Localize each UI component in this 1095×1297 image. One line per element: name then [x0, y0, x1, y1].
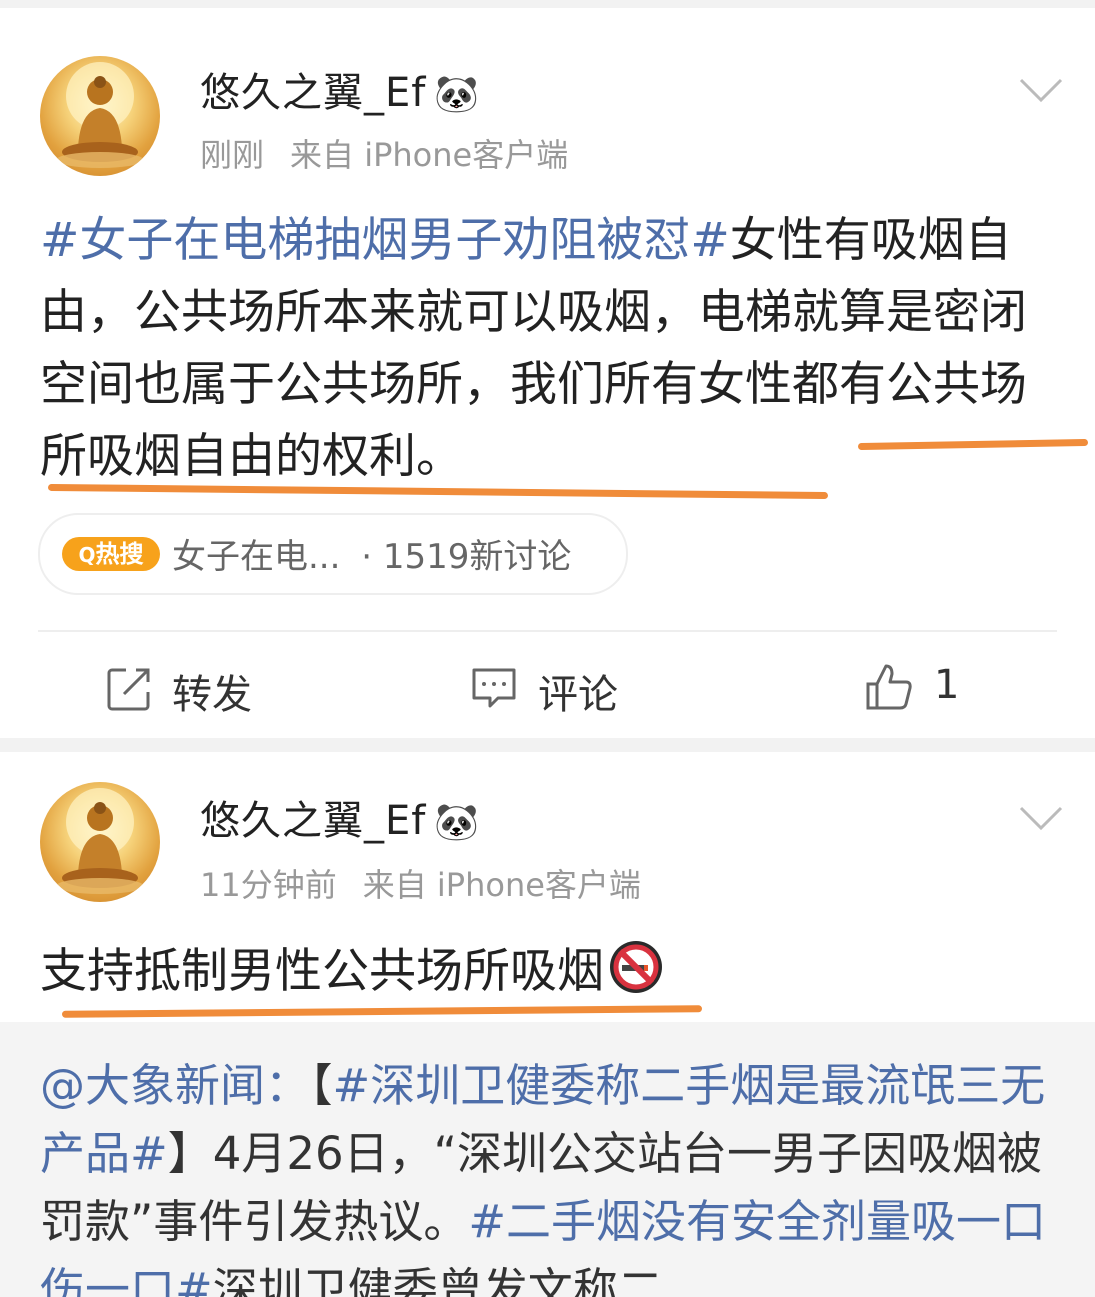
divider [38, 630, 1057, 632]
post-text: #女子在电梯抽烟男子劝阻被怼#女性有吸烟自由，公共场所本来就可以吸烟，电梯就算是… [40, 205, 1055, 493]
hashtag-link[interactable]: #女子在电梯抽烟男子劝阻被怼# [40, 213, 730, 268]
username[interactable]: 悠久之翼_Ef 🐼 [200, 788, 480, 846]
comment-icon [472, 668, 516, 708]
no-smoking-icon [610, 941, 662, 993]
buddha-avatar-icon [56, 788, 144, 894]
repost-body-tail: 深圳卫健委曾发文称二 [212, 1263, 663, 1297]
bracket-open: 【 [310, 1059, 333, 1112]
post-time: 刚刚 [200, 136, 265, 174]
avatar[interactable] [40, 56, 160, 176]
post-source: 来自 iPhone客户端 [362, 866, 641, 904]
hot-topic: 女子在电... [172, 537, 341, 577]
comment-label: 评论 [538, 672, 618, 718]
chevron-down-icon[interactable] [1019, 78, 1063, 104]
post-time: 11分钟前 [200, 866, 337, 904]
repost-label: 转发 [172, 672, 252, 718]
panda-icon: 🐼 [434, 802, 481, 843]
mention-link[interactable]: @大象新闻： [40, 1059, 310, 1112]
avatar[interactable] [40, 782, 160, 902]
repost-icon [107, 668, 150, 711]
like-count: 1 [934, 662, 960, 708]
post-meta: 刚刚 来自 iPhone客户端 [200, 130, 568, 176]
comment-button[interactable]: 评论 [470, 660, 630, 718]
post-text: 支持抵制男性公共场所吸烟 [40, 936, 1055, 1008]
hot-search-text: 女子在电... · 1519新讨论 [172, 529, 571, 578]
panda-icon: 🐼 [434, 74, 481, 115]
chevron-down-icon[interactable] [1019, 806, 1063, 832]
like-button[interactable]: 1 [864, 660, 974, 716]
post-body: 支持抵制男性公共场所吸烟 [40, 944, 604, 999]
repost-text: @大象新闻：【#深圳卫健委称二手烟是最流氓三无产品#】4月26日，“深圳公交站台… [40, 1052, 1055, 1297]
hot-search-pill[interactable]: Q热搜 女子在电... · 1519新讨论 [38, 513, 628, 595]
repost-button[interactable]: 转发 [106, 660, 266, 718]
weibo-post-1: 悠久之翼_Ef 🐼 刚刚 来自 iPhone客户端 #女子在电梯抽烟男子劝阻被怼#女… [0, 8, 1095, 738]
hot-count: · 1519新讨论 [361, 537, 572, 577]
thumbs-up-icon [866, 664, 912, 710]
bracket-close: 】 [167, 1127, 213, 1180]
username[interactable]: 悠久之翼_Ef 🐼 [200, 60, 480, 118]
repost-card[interactable]: @大象新闻：【#深圳卫健委称二手烟是最流氓三无产品#】4月26日，“深圳公交站台… [0, 1022, 1095, 1297]
buddha-avatar-icon [56, 62, 144, 168]
post-meta: 11分钟前 来自 iPhone客户端 [200, 860, 641, 906]
weibo-post-2: 悠久之翼_Ef 🐼 11分钟前 来自 iPhone客户端 支持抵制男性公共场所吸烟 … [0, 752, 1095, 1297]
hot-search-icon: Q热搜 [62, 537, 160, 571]
post-source: 来自 iPhone客户端 [290, 136, 569, 174]
